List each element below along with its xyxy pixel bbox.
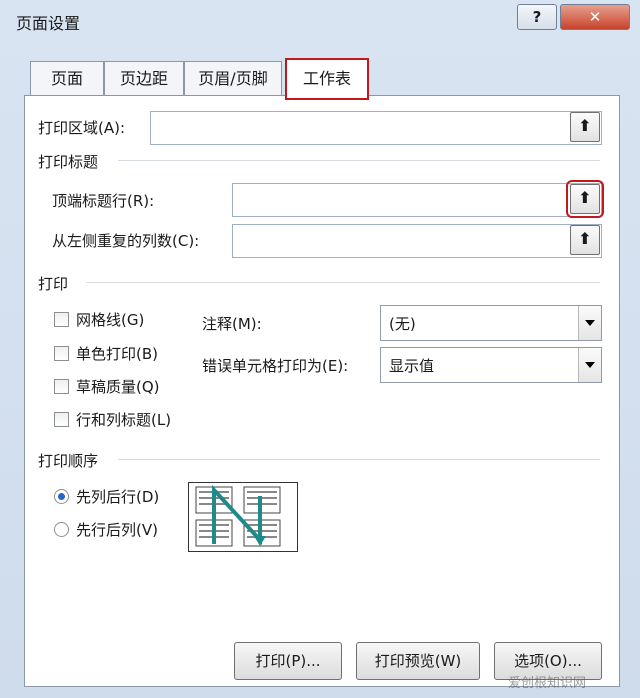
collapse-dialog-icon[interactable]: ⬆: [570, 112, 600, 142]
page-order-label: 打印顺序: [38, 452, 99, 470]
columns-to-repeat-input[interactable]: [232, 224, 602, 258]
draft-quality-checkbox[interactable]: [54, 379, 69, 394]
rows-to-repeat-input[interactable]: [232, 183, 602, 217]
separator: [118, 160, 600, 161]
collapse-dialog-icon[interactable]: ⬆: [566, 180, 604, 218]
separator: [86, 282, 600, 283]
help-button[interactable]: ?: [517, 4, 557, 30]
print-area-label: 打印区域(A):: [38, 119, 126, 137]
cell-errors-label: 错误单元格打印为(E):: [202, 357, 349, 375]
dialog-title: 页面设置: [16, 14, 81, 33]
cell-errors-value: 显示值: [389, 357, 435, 375]
black-white-label: 单色打印(B): [76, 345, 158, 363]
row-col-headings-checkbox[interactable]: [54, 412, 69, 427]
page-setup-dialog: 页面设置 ? ✕ 页面 页边距 页眉/页脚 工作表 打印区域(A): ⬆ 打印标…: [0, 0, 640, 698]
tab-header-footer[interactable]: 页眉/页脚: [184, 61, 282, 96]
over-then-down-radio[interactable]: [54, 522, 69, 537]
page-order-preview-icon: [188, 482, 298, 552]
comments-label: 注释(M):: [202, 315, 262, 333]
over-then-down-label: 先行后列(V): [76, 521, 158, 539]
rows-to-repeat-label: 顶端标题行(R):: [52, 192, 155, 210]
close-button[interactable]: ✕: [560, 4, 630, 30]
print-button[interactable]: 打印(P)...: [234, 642, 342, 680]
comments-select[interactable]: (无): [380, 305, 602, 341]
watermark: 爱创根知识网: [508, 676, 587, 691]
tab-page[interactable]: 页面: [30, 61, 104, 96]
draft-quality-label: 草稿质量(Q): [76, 378, 160, 396]
print-preview-button[interactable]: 打印预览(W): [356, 642, 480, 680]
comments-value: (无): [389, 315, 416, 333]
print-section-label: 打印: [38, 275, 69, 293]
separator: [118, 459, 600, 460]
chevron-down-icon[interactable]: [578, 348, 601, 382]
print-titles-label: 打印标题: [38, 153, 99, 171]
tab-margins[interactable]: 页边距: [104, 61, 184, 96]
columns-to-repeat-label: 从左侧重复的列数(C):: [52, 232, 200, 250]
print-area-input[interactable]: [150, 111, 602, 145]
down-then-over-label: 先列后行(D): [76, 488, 160, 506]
tab-sheet[interactable]: 工作表: [285, 58, 369, 100]
row-col-headings-label: 行和列标题(L): [76, 411, 172, 429]
gridlines-label: 网格线(G): [76, 311, 145, 329]
gridlines-checkbox[interactable]: [54, 312, 69, 327]
chevron-down-icon[interactable]: [578, 306, 601, 340]
down-then-over-radio[interactable]: [54, 489, 69, 504]
collapse-dialog-icon[interactable]: ⬆: [570, 225, 600, 255]
black-white-checkbox[interactable]: [54, 346, 69, 361]
cell-errors-select[interactable]: 显示值: [380, 347, 602, 383]
